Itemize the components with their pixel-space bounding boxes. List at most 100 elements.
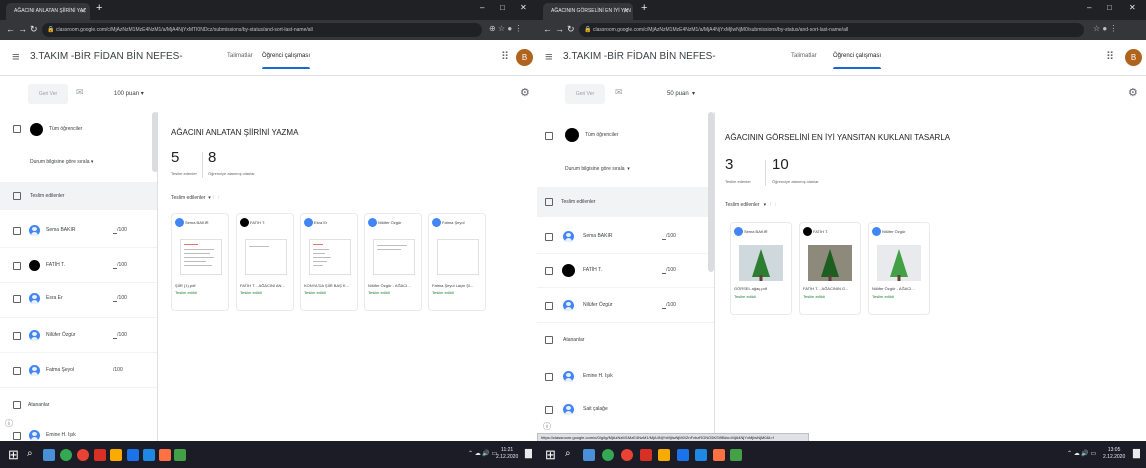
tab-instructions[interactable]: Talimatlar <box>791 53 817 59</box>
grade-input[interactable]: /100 <box>113 227 127 234</box>
submission-card[interactable]: Sema BAKIR GÖRSEL ağaç.pdf Teslim edildi <box>730 222 792 315</box>
section-checkbox[interactable] <box>13 192 21 200</box>
student-checkbox[interactable] <box>13 367 21 375</box>
apps-grid-icon[interactable]: ⠿ <box>1106 50 1114 63</box>
notification-icon[interactable]: ▇ <box>525 448 532 459</box>
submission-card[interactable]: Nilüfer Özgür Nilüfer Özgür - AĞACI... T… <box>868 222 930 315</box>
maximize-icon[interactable]: □ <box>1107 3 1112 12</box>
reload-icon[interactable]: ↻ <box>30 24 38 35</box>
close-icon[interactable]: ✕ <box>623 3 629 20</box>
app-icon[interactable] <box>159 449 171 461</box>
maximize-icon[interactable]: □ <box>500 3 505 12</box>
windows-start-icon[interactable]: ⊞ <box>8 448 19 461</box>
tab-student-work[interactable]: Öğrenci çalışması <box>262 53 311 69</box>
browser-tab[interactable]: AĞACININ GÖRSELİNİ EN İYİ YAN ✕ <box>543 3 633 20</box>
task-view-icon[interactable] <box>583 449 595 461</box>
search-icon[interactable]: ⌕ <box>27 448 39 460</box>
mail-icon[interactable]: ✉ <box>76 87 84 98</box>
student-checkbox[interactable] <box>545 267 553 275</box>
roster-scrollbar[interactable] <box>152 112 158 172</box>
sort-select[interactable]: Durum bilgisine göre sırala ▾ <box>30 159 93 165</box>
new-tab-icon[interactable]: + <box>96 2 102 14</box>
roster-scrollbar[interactable] <box>708 112 714 272</box>
back-icon[interactable]: ← <box>6 24 15 34</box>
grade-input[interactable]: /100 <box>113 262 127 269</box>
help-icon[interactable]: ⓘ <box>543 421 551 432</box>
chrome-icon[interactable] <box>602 449 614 461</box>
system-tray-icons[interactable]: ⌃ ☁ 🔊 ▭ <box>1067 450 1096 457</box>
app-icon[interactable] <box>94 449 106 461</box>
app-icon[interactable] <box>640 449 652 461</box>
student-checkbox[interactable] <box>545 406 553 414</box>
grade-max[interactable]: /100 <box>113 367 123 373</box>
select-all-checkbox[interactable] <box>13 125 21 133</box>
forward-icon[interactable]: → <box>555 24 564 34</box>
app-icon[interactable] <box>713 449 725 461</box>
close-window-icon[interactable]: ✕ <box>520 3 527 12</box>
task-view-icon[interactable] <box>43 449 55 461</box>
settings-icon[interactable]: ⚙ <box>1128 86 1138 99</box>
grade-input[interactable]: /100 <box>662 267 676 274</box>
help-icon[interactable]: ⓘ <box>5 418 13 429</box>
section-checkbox[interactable] <box>13 401 21 409</box>
return-button[interactable]: Geri Ver <box>28 84 68 104</box>
search-icon[interactable]: ⌕ <box>565 448 577 460</box>
student-checkbox[interactable] <box>13 432 21 440</box>
windows-start-icon[interactable]: ⊞ <box>545 448 556 461</box>
notification-icon[interactable]: ▇ <box>1133 448 1140 459</box>
settings-icon[interactable]: ⚙ <box>520 86 530 99</box>
folder-icon[interactable]: 🗀 <box>770 202 775 208</box>
browser-tab[interactable]: AĞACINI ANLATAN ŞİİRİNİ YAZ ✕ <box>6 3 90 20</box>
app-icon[interactable] <box>730 449 742 461</box>
account-avatar[interactable]: B <box>516 49 533 66</box>
tab-instructions[interactable]: Talimatlar <box>227 53 253 59</box>
points-select[interactable]: 50 puan ▾ <box>667 90 695 97</box>
grade-input[interactable]: /100 <box>662 233 676 240</box>
file-explorer-icon[interactable] <box>110 449 122 461</box>
menu-icon[interactable]: ≡ <box>545 49 553 64</box>
submission-card[interactable]: FATİH T. FATİH T. - AĞACINI AN... Teslim… <box>236 213 294 311</box>
submission-card[interactable]: FATİH T. FATİH T. - AĞACININ G... Teslim… <box>799 222 861 315</box>
class-title[interactable]: 3.TAKIM -BİR FİDAN BİN NEFES- <box>563 51 716 62</box>
filter-select[interactable]: Teslim edilenler ▾ 🗀 <box>171 195 219 203</box>
student-checkbox[interactable] <box>545 373 553 381</box>
student-checkbox[interactable] <box>545 233 553 241</box>
submission-card[interactable]: Nilüfer Özgür Nilüfer Özgür - AĞACI... T… <box>364 213 422 311</box>
url-input[interactable]: 🔒 classroom.google.com/c/MjAzNzM1MzE4NzM… <box>579 23 1084 37</box>
taskbar-clock[interactable]: 11:21 2.12.2020 <box>496 447 518 461</box>
file-explorer-icon[interactable] <box>658 449 670 461</box>
submission-card[interactable]: Esra Er KONYA'DA ŞİİR BAŞ K... Teslim ed… <box>300 213 358 311</box>
store-icon[interactable] <box>695 449 707 461</box>
extension-icons[interactable]: ⊕ ☆ ● ⋮ <box>489 24 522 33</box>
close-icon[interactable]: ✕ <box>80 3 86 20</box>
minimize-icon[interactable]: – <box>1087 3 1091 12</box>
select-all-checkbox[interactable] <box>545 132 553 140</box>
class-title[interactable]: 3.TAKIM -BİR FİDAN BİN NEFES- <box>30 51 183 62</box>
filter-select[interactable]: Teslim edilenler ▾ 🗀 <box>725 202 775 210</box>
student-checkbox[interactable] <box>545 302 553 310</box>
section-checkbox[interactable] <box>545 198 553 206</box>
edge-icon[interactable] <box>127 449 139 461</box>
student-checkbox[interactable] <box>13 332 21 340</box>
tab-student-work[interactable]: Öğrenci çalışması <box>833 53 882 69</box>
student-checkbox[interactable] <box>13 262 21 270</box>
submission-card[interactable]: Fatma Şeyol Fatma Şeyol Laçin Şi... Tesl… <box>428 213 486 311</box>
submission-card[interactable]: Sema BAKIR ŞİİR (1).pdf Teslim edildi <box>171 213 229 311</box>
apps-grid-icon[interactable]: ⠿ <box>501 50 509 63</box>
edge-icon[interactable] <box>677 449 689 461</box>
new-tab-icon[interactable]: + <box>641 2 647 14</box>
back-icon[interactable]: ← <box>543 24 552 34</box>
folder-icon[interactable]: 🗀 <box>214 195 219 201</box>
return-button[interactable]: Geri Ver <box>565 84 605 104</box>
menu-icon[interactable]: ≡ <box>12 49 20 64</box>
store-icon[interactable] <box>143 449 155 461</box>
opera-icon[interactable] <box>621 449 633 461</box>
student-checkbox[interactable] <box>13 227 21 235</box>
sort-select[interactable]: Durum bilgisine göre sırala ▾ <box>565 166 630 172</box>
close-window-icon[interactable]: ✕ <box>1129 3 1136 12</box>
taskbar-clock[interactable]: 13:05 2.12.2020 <box>1103 447 1125 461</box>
forward-icon[interactable]: → <box>18 24 27 34</box>
url-input[interactable]: 🔒 classroom.google.com/c/MjAzNzM1MzE4NzM… <box>42 23 482 37</box>
app-icon[interactable] <box>174 449 186 461</box>
minimize-icon[interactable]: – <box>480 3 484 12</box>
